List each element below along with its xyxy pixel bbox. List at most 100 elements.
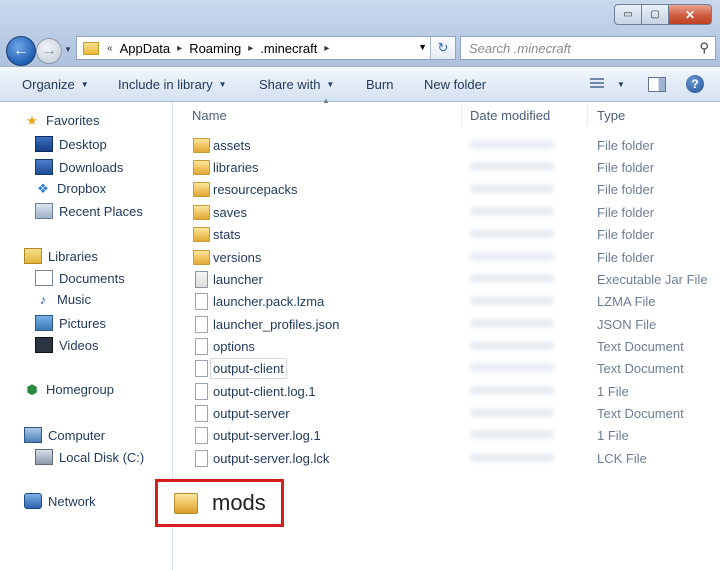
address-bar[interactable]: « AppData ▸ Roaming ▸ .minecraft ▸ ▼ ↻ bbox=[76, 36, 456, 60]
column-header-date-modified[interactable]: Date modified bbox=[470, 108, 550, 123]
downloads-icon bbox=[35, 159, 53, 175]
folder-icon bbox=[193, 160, 210, 175]
search-box[interactable]: ⚲ bbox=[460, 36, 716, 60]
videos-icon bbox=[35, 337, 53, 353]
nav-music[interactable]: ♪ Music bbox=[35, 292, 91, 307]
file-type: LZMA File bbox=[597, 294, 656, 309]
network-icon bbox=[24, 493, 42, 509]
file-row[interactable]: output-client Text Document bbox=[183, 358, 713, 379]
chevron-down-icon: ▼ bbox=[326, 79, 335, 89]
breadcrumb-separator-icon[interactable]: ▸ bbox=[244, 43, 257, 54]
nav-pictures[interactable]: Pictures bbox=[35, 315, 106, 331]
file-row[interactable]: libraries File folder bbox=[183, 157, 713, 178]
breadcrumb-separator-icon[interactable]: ▸ bbox=[320, 43, 333, 54]
chevron-down-icon[interactable]: ▼ bbox=[617, 80, 625, 89]
file-name: resourcepacks bbox=[213, 182, 298, 197]
folder-icon bbox=[174, 493, 198, 514]
file-row[interactable]: versions File folder bbox=[183, 247, 713, 268]
column-header-name[interactable]: Name bbox=[192, 108, 227, 123]
forward-button[interactable]: → bbox=[36, 38, 62, 64]
file-row[interactable]: resourcepacks File folder bbox=[183, 179, 713, 200]
blurred-date bbox=[470, 296, 554, 305]
file-icon bbox=[195, 338, 208, 355]
blurred-date bbox=[470, 274, 554, 283]
mods-folder-callout[interactable]: mods bbox=[155, 479, 284, 527]
nav-downloads[interactable]: Downloads bbox=[35, 159, 123, 175]
file-name: options bbox=[213, 339, 255, 354]
include-in-library-button[interactable]: Include in library ▼ bbox=[118, 77, 227, 92]
file-name: output-client.log.1 bbox=[213, 384, 316, 399]
file-type: 1 File bbox=[597, 384, 629, 399]
title-bar: ▭ ▢ ✕ ← → ▼ « AppData ▸ Roaming ▸ .minec… bbox=[0, 0, 720, 67]
blurred-date bbox=[470, 430, 554, 439]
documents-icon bbox=[35, 270, 53, 286]
nav-favorites[interactable]: ★ Favorites bbox=[24, 112, 99, 129]
nav-recent-places[interactable]: Recent Places bbox=[35, 203, 143, 219]
maximize-button[interactable]: ▢ bbox=[642, 4, 669, 25]
minimize-button[interactable]: ▭ bbox=[614, 4, 642, 25]
nav-desktop[interactable]: Desktop bbox=[35, 136, 107, 152]
address-dropdown-icon[interactable]: ▼ bbox=[418, 42, 427, 52]
nav-libraries[interactable]: Libraries bbox=[24, 248, 98, 264]
nav-network[interactable]: Network bbox=[24, 493, 96, 509]
breadcrumb-separator-icon[interactable]: ▸ bbox=[173, 43, 186, 54]
file-row[interactable]: output-server Text Document bbox=[183, 403, 713, 424]
organize-button[interactable]: Organize ▼ bbox=[22, 77, 89, 92]
file-row[interactable]: launcher_profiles.json JSON File bbox=[183, 314, 713, 335]
nav-label: Homegroup bbox=[46, 382, 114, 397]
blurred-date bbox=[470, 184, 554, 193]
breadcrumb-minecraft[interactable]: .minecraft bbox=[257, 41, 320, 56]
nav-local-disk[interactable]: Local Disk (C:) bbox=[35, 449, 144, 465]
jar-file-icon bbox=[195, 271, 208, 288]
column-date-label: Date modified bbox=[470, 108, 551, 123]
new-folder-button[interactable]: New folder bbox=[424, 77, 486, 92]
nav-dropbox[interactable]: ❖ Dropbox bbox=[35, 180, 107, 197]
chevron-down-icon: ▼ bbox=[80, 79, 89, 89]
back-button[interactable]: ← bbox=[6, 36, 36, 66]
file-row[interactable]: output-client.log.1 1 File bbox=[183, 381, 713, 402]
column-header-type[interactable]: Type bbox=[597, 108, 625, 123]
file-type: File folder bbox=[597, 138, 655, 153]
nav-computer[interactable]: Computer bbox=[24, 427, 105, 443]
file-icon bbox=[195, 427, 208, 444]
file-row[interactable]: options Text Document bbox=[183, 336, 713, 357]
star-icon: ★ bbox=[26, 112, 38, 128]
search-input[interactable] bbox=[467, 39, 691, 57]
nav-documents[interactable]: Documents bbox=[35, 270, 125, 286]
blurred-date bbox=[470, 341, 554, 350]
blurred-date bbox=[470, 319, 554, 328]
search-icon[interactable]: ⚲ bbox=[699, 40, 709, 56]
file-row[interactable]: output-server.log.lck LCK File bbox=[183, 448, 713, 469]
nav-homegroup[interactable]: ⬢ Homegroup bbox=[24, 382, 114, 398]
include-in-library-label: Include in library bbox=[118, 76, 213, 92]
nav-label: Videos bbox=[59, 337, 99, 353]
file-icon bbox=[195, 450, 208, 467]
nav-videos[interactable]: Videos bbox=[35, 337, 99, 353]
help-icon[interactable]: ? bbox=[686, 75, 704, 93]
column-divider[interactable] bbox=[461, 104, 462, 126]
dropbox-icon: ❖ bbox=[37, 180, 49, 196]
file-row[interactable]: launcher.pack.lzma LZMA File bbox=[183, 291, 713, 312]
preview-pane-icon[interactable] bbox=[648, 77, 666, 92]
breadcrumb-appdata[interactable]: AppData bbox=[117, 41, 174, 56]
file-name: output-server bbox=[213, 406, 290, 421]
desktop-icon bbox=[35, 136, 53, 152]
share-with-button[interactable]: Share with ▼ bbox=[259, 77, 334, 92]
recent-pages-dropdown[interactable]: ▼ bbox=[64, 45, 72, 54]
breadcrumb-roaming[interactable]: Roaming bbox=[186, 41, 244, 56]
close-button[interactable]: ✕ bbox=[669, 4, 712, 25]
file-type: Executable Jar File bbox=[597, 272, 708, 287]
file-row[interactable]: stats File folder bbox=[183, 224, 713, 245]
file-row[interactable]: output-server.log.1 1 File bbox=[183, 425, 713, 446]
nav-label: Dropbox bbox=[57, 181, 107, 196]
change-view-icon[interactable] bbox=[590, 78, 604, 90]
overflow-chevron[interactable]: « bbox=[103, 43, 117, 54]
burn-button[interactable]: Burn bbox=[366, 77, 393, 92]
file-row[interactable]: launcher Executable Jar File bbox=[183, 269, 713, 290]
file-row[interactable]: saves File folder bbox=[183, 202, 713, 223]
forward-arrow-icon: → bbox=[41, 42, 57, 59]
refresh-button[interactable]: ↻ bbox=[430, 37, 455, 59]
file-row[interactable]: assets File folder bbox=[183, 135, 713, 156]
column-divider[interactable] bbox=[587, 104, 588, 126]
file-name: launcher.pack.lzma bbox=[213, 294, 325, 309]
